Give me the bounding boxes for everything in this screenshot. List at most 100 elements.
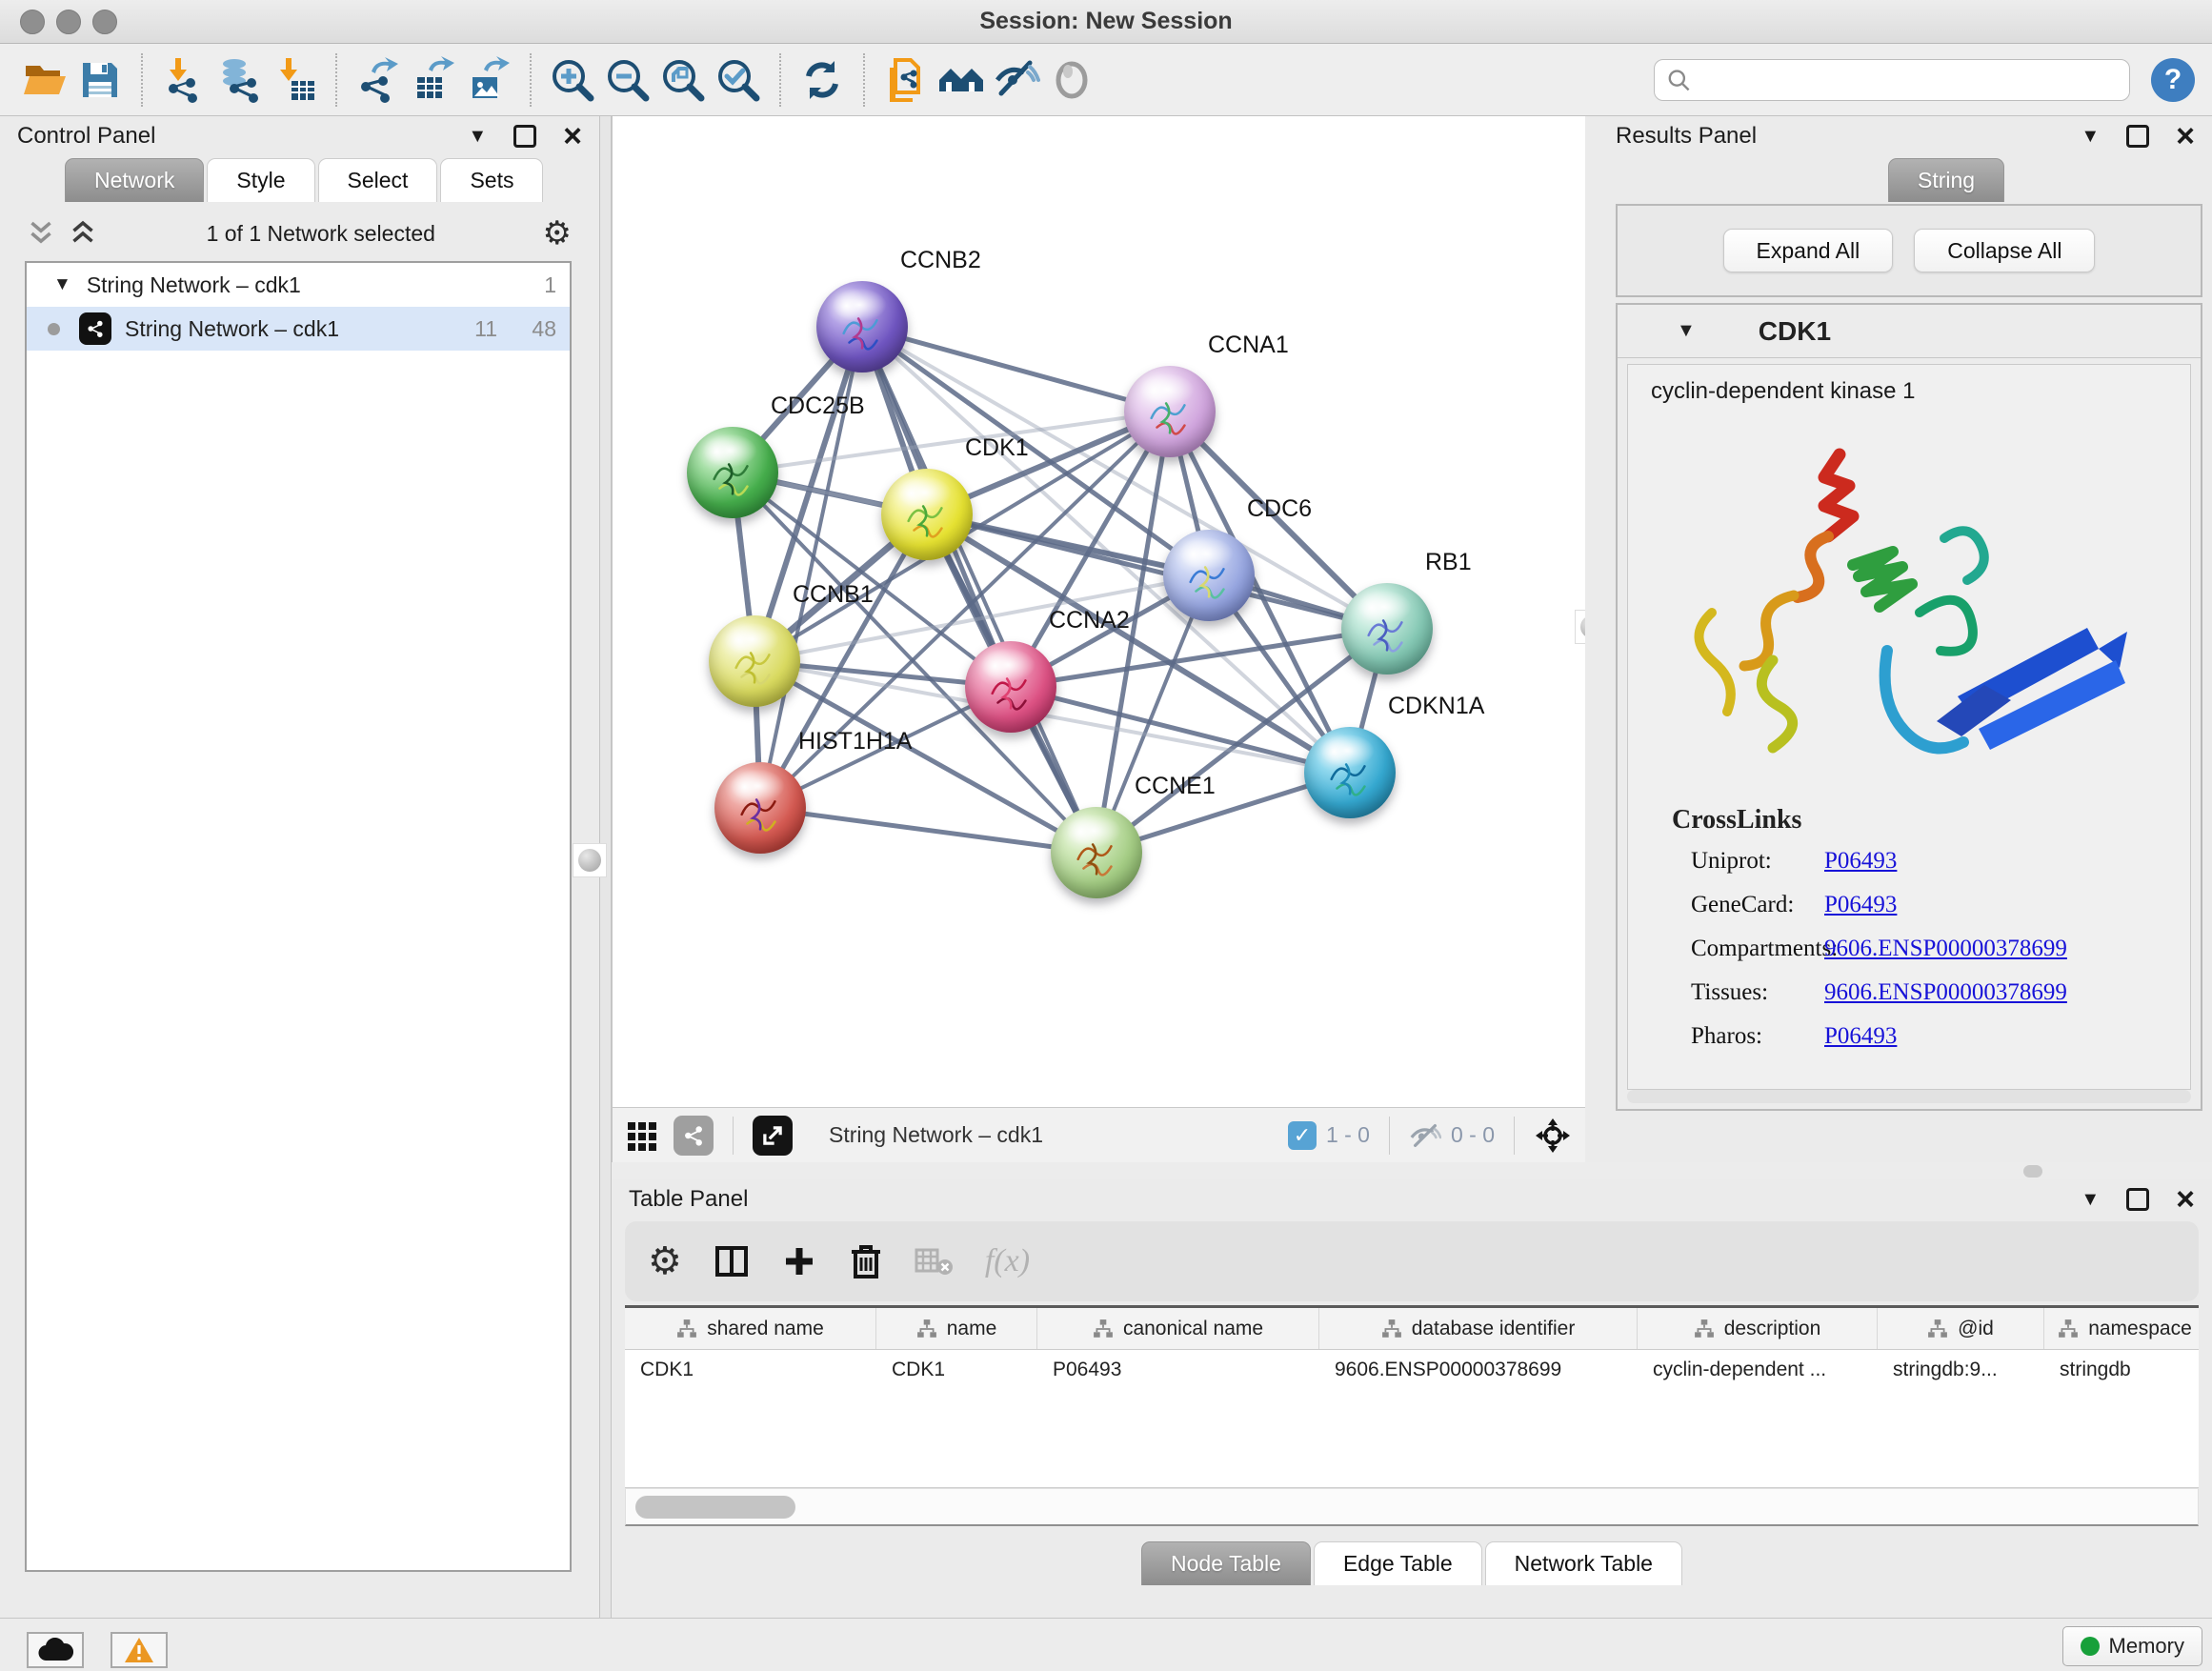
add-column-icon[interactable] xyxy=(781,1243,817,1279)
node-CDKN1A[interactable] xyxy=(1304,727,1396,818)
table-hscrollbar-thumb[interactable] xyxy=(635,1496,795,1519)
node-CCNA1[interactable] xyxy=(1124,366,1216,457)
tab-network[interactable]: Network xyxy=(65,158,204,202)
left-splitter-handle[interactable] xyxy=(573,843,607,877)
tree-expander-icon[interactable]: ▼ xyxy=(53,274,71,295)
tab-node-table[interactable]: Node Table xyxy=(1141,1541,1311,1585)
save-session-icon[interactable] xyxy=(72,51,128,109)
selected-checkbox-icon[interactable]: ✓ xyxy=(1288,1121,1317,1150)
panel-float-icon[interactable] xyxy=(2126,1188,2149,1211)
panel-close-icon[interactable]: × xyxy=(563,125,582,148)
node-CCNB1[interactable] xyxy=(709,615,800,707)
help-button[interactable]: ? xyxy=(2151,58,2195,102)
table-cell[interactable]: stringdb:9... xyxy=(1878,1350,2044,1392)
table-settings-gear-icon[interactable]: ⚙ xyxy=(648,1247,682,1276)
export-table-icon[interactable] xyxy=(406,51,461,109)
node-CDK1[interactable] xyxy=(881,469,973,560)
panel-close-icon[interactable]: × xyxy=(2176,1188,2195,1211)
column-header-canonical-name[interactable]: canonical name xyxy=(1037,1308,1319,1349)
horizontal-splitter[interactable] xyxy=(612,1162,2212,1179)
edge-CCNB2-CCNE1[interactable] xyxy=(862,327,1096,853)
zoom-fit-icon[interactable] xyxy=(655,51,711,109)
tab-network-table[interactable]: Network Table xyxy=(1485,1541,1682,1585)
zoom-in-icon[interactable] xyxy=(545,51,600,109)
table-cell[interactable]: CDK1 xyxy=(625,1350,876,1392)
network-row-selected[interactable]: String Network – cdk1 11 48 xyxy=(27,307,570,351)
delete-column-icon[interactable] xyxy=(848,1242,884,1280)
node-HIST1H1A[interactable] xyxy=(714,762,806,854)
search-input[interactable] xyxy=(1691,68,2118,92)
table-cell[interactable]: 9606.ENSP00000378699 xyxy=(1319,1350,1638,1392)
panel-float-icon[interactable] xyxy=(513,125,536,148)
collapse-all-button[interactable]: Collapse All xyxy=(1914,229,2095,272)
panel-collapse-icon[interactable]: ▼ xyxy=(468,126,487,148)
window-zoom-light[interactable] xyxy=(92,10,117,34)
import-network-database-icon[interactable] xyxy=(211,51,267,109)
import-network-file-icon[interactable] xyxy=(156,51,211,109)
export-image-icon[interactable] xyxy=(461,51,516,109)
string-home-icon[interactable] xyxy=(934,51,989,109)
panel-close-icon[interactable]: × xyxy=(2176,125,2195,148)
crosslink-value-link[interactable]: 9606.ENSP00000378699 xyxy=(1824,979,2067,1006)
show-columns-icon[interactable] xyxy=(713,1242,751,1280)
crosslink-value-link[interactable]: P06493 xyxy=(1824,892,1897,918)
column-header-namespace[interactable]: namespace xyxy=(2044,1308,2199,1349)
node-CCNE1[interactable] xyxy=(1051,807,1142,898)
edge-CDK1-RB1[interactable] xyxy=(927,514,1387,629)
window-close-light[interactable] xyxy=(20,10,45,34)
cloud-button[interactable] xyxy=(27,1632,84,1668)
copy-network-icon[interactable] xyxy=(878,51,934,109)
horizontal-splitter-handle[interactable] xyxy=(2023,1165,2042,1178)
open-file-icon[interactable] xyxy=(17,51,72,109)
tab-string[interactable]: String xyxy=(1888,158,2004,202)
panel-collapse-icon[interactable]: ▼ xyxy=(2081,126,2100,148)
open-in-window-icon[interactable] xyxy=(753,1116,793,1156)
column-header-description[interactable]: description xyxy=(1638,1308,1878,1349)
column-header-database-identifier[interactable]: database identifier xyxy=(1319,1308,1638,1349)
table-cell[interactable]: cyclin-dependent ... xyxy=(1638,1350,1878,1392)
table-cell[interactable]: CDK1 xyxy=(876,1350,1037,1392)
crosslink-value-link[interactable]: P06493 xyxy=(1824,848,1897,875)
panel-collapse-icon[interactable]: ▼ xyxy=(2081,1189,2100,1211)
expand-all-chevron-icon[interactable] xyxy=(25,219,57,248)
fit-content-crosshair-icon[interactable] xyxy=(1534,1117,1572,1155)
node-CDC6[interactable] xyxy=(1163,530,1255,621)
memory-button[interactable]: Memory xyxy=(2062,1626,2202,1666)
zoom-selected-icon[interactable] xyxy=(711,51,766,109)
gear-icon[interactable]: ⚙ xyxy=(543,219,572,248)
column-header-name[interactable]: name xyxy=(876,1308,1037,1349)
preview-eye-icon[interactable] xyxy=(1044,51,1099,109)
edge-HIST1H1A-CCNE1[interactable] xyxy=(760,808,1096,853)
entry-expander-icon[interactable]: ▼ xyxy=(1677,320,1696,342)
window-minimize-light[interactable] xyxy=(56,10,81,34)
table-hscrollbar[interactable] xyxy=(625,1488,2199,1526)
node-CCNA2[interactable] xyxy=(965,641,1056,733)
node-RB1[interactable] xyxy=(1341,583,1433,674)
tab-style[interactable]: Style xyxy=(207,158,314,202)
warning-button[interactable] xyxy=(111,1632,168,1668)
table-row[interactable]: CDK1CDK1P064939606.ENSP00000378699cyclin… xyxy=(625,1350,2199,1392)
network-share-icon[interactable] xyxy=(674,1116,714,1156)
column-header--id[interactable]: @id xyxy=(1878,1308,2044,1349)
node-CCNB2[interactable] xyxy=(816,281,908,372)
table-cell[interactable]: stringdb xyxy=(2044,1350,2199,1392)
results-scrollbar[interactable] xyxy=(1627,1090,2191,1103)
expand-all-button[interactable]: Expand All xyxy=(1723,229,1894,272)
hide-selected-icon[interactable] xyxy=(989,51,1044,109)
export-network-icon[interactable] xyxy=(351,51,406,109)
refresh-icon[interactable] xyxy=(794,51,850,109)
crosslink-value-link[interactable]: 9606.ENSP00000378699 xyxy=(1824,936,2067,962)
zoom-out-icon[interactable] xyxy=(600,51,655,109)
entry-header[interactable]: ▼ CDK1 xyxy=(1618,305,2201,358)
collapse-all-chevron-icon[interactable] xyxy=(67,219,99,248)
tab-select[interactable]: Select xyxy=(318,158,438,202)
tab-edge-table[interactable]: Edge Table xyxy=(1314,1541,1482,1585)
column-header-shared-name[interactable]: shared name xyxy=(625,1308,876,1349)
import-table-icon[interactable] xyxy=(267,51,322,109)
table-cell[interactable]: P06493 xyxy=(1037,1350,1319,1392)
node-CDC25B[interactable] xyxy=(687,427,778,518)
birdseye-grid-icon[interactable] xyxy=(626,1118,660,1153)
panel-float-icon[interactable] xyxy=(2126,125,2149,148)
crosslink-value-link[interactable]: P06493 xyxy=(1824,1023,1897,1050)
network-canvas[interactable]: CCNB2CCNA1CDC25BCDK1CDC6RB1CCNB1CCNA2CDK… xyxy=(612,116,1585,1107)
